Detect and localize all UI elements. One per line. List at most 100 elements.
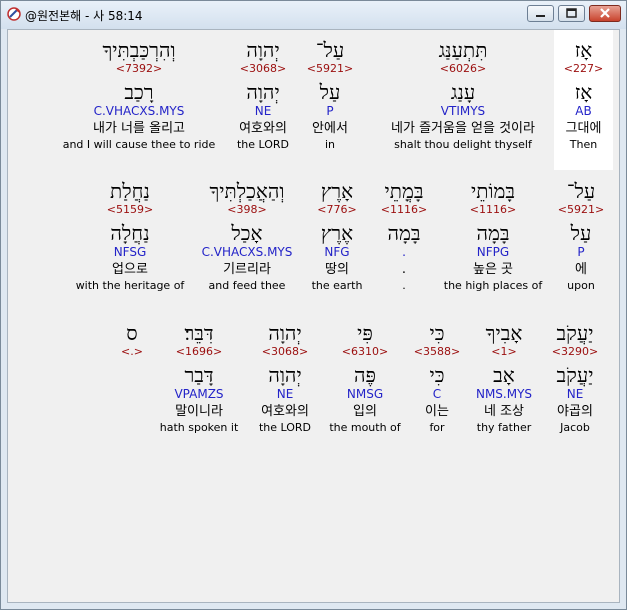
word-block[interactable]: בָּמֳתֵי <1116> בָּמָה . . . [374,179,434,293]
strong-number[interactable]: <3068> [250,345,320,359]
strong-number[interactable]: <1116> [374,203,434,217]
close-button[interactable] [589,5,621,22]
english-gloss: thy father [476,421,532,434]
strong-number[interactable]: <5159> [72,203,188,217]
korean-gloss: 기르리라 [223,262,271,277]
lexical-form: עַל [570,221,592,245]
korean-gloss: 이는 [425,404,449,419]
strong-number[interactable]: <398> [192,203,302,217]
word-block[interactable]: יְהוָה <3068> יְהוָה NE 여호와의 the LORD [250,321,320,435]
title-bar[interactable]: @원전본해 - 사 58:14 [1,1,626,29]
strong-number[interactable]: <3068> [226,62,300,76]
word-block[interactable]: בָּמוֹתֵי <1116> בָּמָה NFPG 높은 곳 the hi… [438,179,548,293]
window-title: @원전본해 - 사 58:14 [25,9,143,23]
parsing-code: VPAMZS [174,387,224,401]
maximize-button[interactable] [558,5,585,22]
strong-number[interactable]: <7392> [56,62,222,76]
lexical-form: בָּמָה [476,221,510,245]
english-gloss: Jacob [560,421,590,434]
strong-number[interactable]: <.> [114,345,150,359]
strong-number[interactable]: <3290> [546,345,604,359]
lexical-form: נַחֲלָה [110,221,150,245]
strong-number[interactable]: <1696> [154,345,244,359]
korean-gloss: . [401,262,407,277]
lexical-form: עַל [319,80,341,104]
lexical-form: כִּי [429,363,445,387]
word-block[interactable]: וְהַאֲכַלְתִּיךָ <398> אָכַל C.VHACXS.MY… [192,179,302,293]
lexical-form: אָב [493,363,515,387]
lexical-form: אָכַל [231,221,263,245]
korean-gloss: 그대에 [565,121,602,136]
english-gloss: in [324,138,336,151]
english-gloss: shalt thou delight thyself [394,138,532,151]
hebrew-word: בָּמֳתֵי [384,179,424,203]
parsing-code: NMSG [346,387,384,401]
hebrew-word: יְהוָה [268,321,302,345]
hebrew-word: בָּמוֹתֵי [470,179,516,203]
word-block[interactable]: נַחֲלַת <5159> נַחֲלָה NFSG 업으로 with the… [72,179,188,293]
close-icon [600,8,610,18]
lexical-form: רָכַב [124,80,154,104]
parsing-code: P [326,104,334,118]
minimize-icon [536,15,545,17]
lexical-form: יְהוָה [268,363,302,387]
word-block[interactable]: פִּי <6310> פֶּה NMSG 입의 the mouth of [324,321,406,435]
english-gloss: and I will cause thee to ride [62,138,216,151]
korean-gloss: 여호와의 [239,121,287,136]
strong-number[interactable]: <6026> [376,62,550,76]
hebrew-word: ס [126,321,138,345]
hebrew-word: עַל־ [566,179,596,203]
word-block[interactable]: כִּי <3588> כִּי C 이는 for [412,321,462,435]
english-gloss: the LORD [258,421,312,434]
interlinear-view[interactable]: אָז <227> אָז AB 그대에 Then תִּתְעַנַּג <6… [7,29,620,603]
strong-number[interactable]: <5921> [300,62,360,76]
korean-gloss: 입의 [353,404,377,419]
english-gloss: . [402,279,406,292]
word-block[interactable]: ס <.> [114,321,150,359]
english-gloss: Then [569,138,598,151]
hebrew-word: וְהַאֲכַלְתִּיךָ [209,179,285,203]
english-gloss: the high places of [443,279,543,292]
lexical-form: אֶרֶץ [320,221,354,245]
hebrew-word: יְהוָה [246,38,280,62]
hebrew-word: יַעֲקֹב [556,321,594,345]
parsing-code: AB [575,104,592,118]
korean-gloss: 말이니라 [175,404,223,419]
english-gloss: the mouth of [329,421,401,434]
hebrew-word: תִּתְעַנַּג [438,38,488,62]
word-block[interactable]: תִּתְעַנַּג <6026> עָנַג VTIMYS 네가 즐거움을 … [376,38,550,152]
parsing-code: NE [276,387,294,401]
hebrew-word: כִּי [429,321,445,345]
english-gloss: hath spoken it [159,421,239,434]
maximize-icon [566,8,577,18]
word-block[interactable]: אָבִיךָ <1> אָב NMS.MYS 네 조상 thy father [468,321,540,435]
word-block[interactable]: דִּבֵּר׃ <1696> דָּבַר VPAMZS 말이니라 hath … [154,321,244,435]
word-block[interactable]: וְהִרְכַּבְתִּיךָ <7392> רָכַב C.VHACXS.… [56,38,222,152]
parsing-code: NFSG [113,245,147,259]
strong-number[interactable]: <6310> [324,345,406,359]
word-block[interactable]: יְהוָה <3068> יְהוָה NE 여호와의 the LORD [226,38,300,152]
strong-number[interactable]: <1116> [438,203,548,217]
lexical-form: אָז [574,80,593,104]
strong-number[interactable]: <227> [554,62,613,76]
parsing-code: VTIMYS [440,104,486,118]
word-block[interactable]: עַל־ <5921> עַל P 에 upon [554,179,608,293]
korean-gloss: 높은 곳 [472,262,513,277]
word-block[interactable]: עַל־ <5921> עַל P 안에서 in [300,38,360,152]
korean-gloss: 네가 즐거움을 얻을 것이라 [391,121,535,136]
hebrew-word: וְהִרְכַּבְתִּיךָ [102,38,176,62]
parsing-code: NMS.MYS [475,387,533,401]
strong-number[interactable]: <776> [306,203,368,217]
hebrew-word: אָז [574,38,593,62]
strong-number[interactable]: <3588> [412,345,462,359]
word-block[interactable]: אָרֶץ <776> אֶרֶץ NFG 땅의 the earth [306,179,368,293]
korean-gloss: 안에서 [312,121,348,136]
strong-number[interactable]: <5921> [554,203,608,217]
strong-number[interactable]: <1> [468,345,540,359]
word-block[interactable]: יַעֲקֹב <3290> יַעֲקֹב NE 야곱의 Jacob [546,321,604,435]
word-block[interactable]: אָז <227> אָז AB 그대에 Then [554,38,613,152]
english-gloss: for [429,421,445,434]
lexical-form: דָּבַר [184,363,214,387]
minimize-button[interactable] [527,5,554,22]
parsing-code: C [432,387,442,401]
